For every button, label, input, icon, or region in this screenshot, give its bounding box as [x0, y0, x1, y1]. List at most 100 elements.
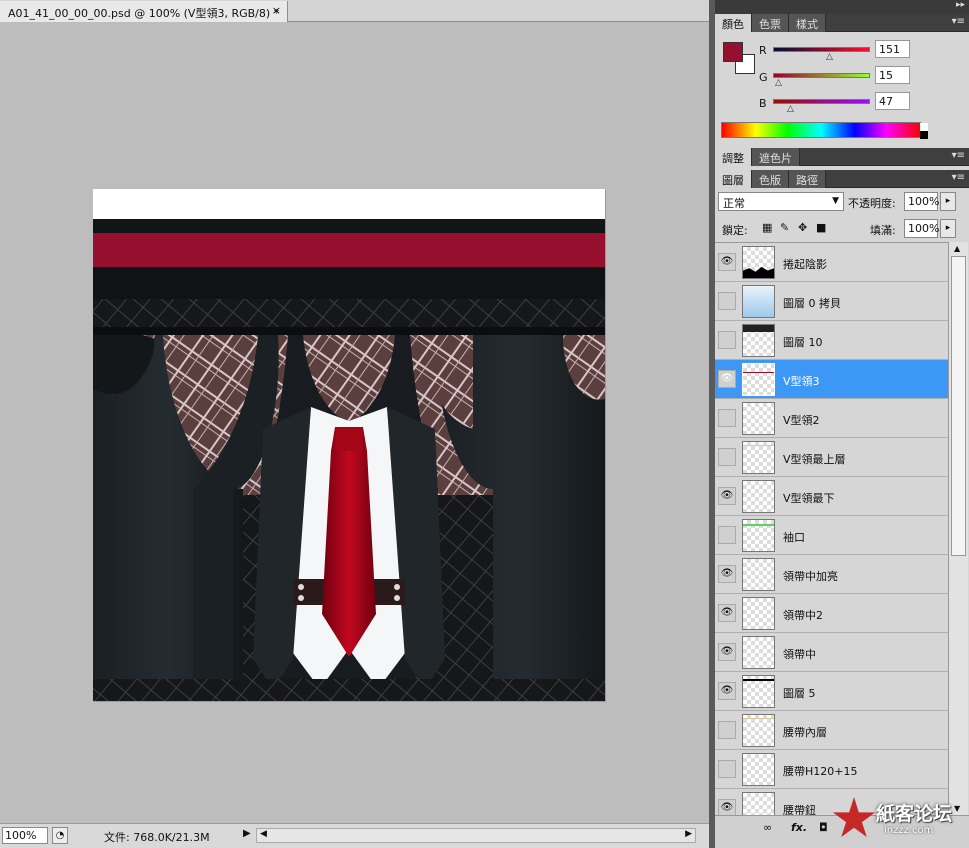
layer-row[interactable]: 袖口 [715, 516, 948, 555]
layer-thumbnail [742, 285, 775, 318]
channel-r-slider[interactable] [773, 47, 870, 52]
layer-thumbnail [742, 441, 775, 474]
document-tab-title: A01_41_00_00_00.psd @ 100% (V型領3, RGB/8)… [8, 7, 280, 20]
fill-slider-arrow-icon[interactable]: ▸ [940, 219, 956, 238]
visibility-eye-icon[interactable]: 👁 [718, 253, 736, 271]
channel-g-thumb[interactable]: △ [775, 78, 782, 88]
layer-thumbnail [742, 714, 775, 747]
visibility-eye-icon[interactable]: 👁 [718, 565, 736, 583]
texture-artboard[interactable] [93, 189, 605, 701]
layer-thumbnail [742, 792, 775, 815]
layer-thumbnail [742, 675, 775, 708]
visibility-eye-icon[interactable]: 👁 [718, 643, 736, 661]
tab-masks[interactable]: 遮色片 [752, 148, 800, 166]
channel-r-label: R [759, 44, 767, 57]
document-tab[interactable]: A01_41_00_00_00.psd @ 100% (V型領3, RGB/8)… [0, 1, 288, 22]
tab-color[interactable]: 顏色 [715, 14, 752, 32]
visibility-eye-icon[interactable] [718, 292, 736, 310]
channel-b-thumb[interactable]: △ [787, 104, 794, 114]
visibility-eye-icon[interactable] [718, 760, 736, 778]
visibility-eye-icon[interactable]: 👁 [718, 487, 736, 505]
visibility-eye-icon[interactable]: 👁 [718, 682, 736, 700]
layer-row[interactable]: 腰帶H120+15 [715, 750, 948, 789]
tab-swatches[interactable]: 色票 [752, 14, 789, 32]
tab-channels[interactable]: 色版 [752, 170, 789, 188]
channel-g-input[interactable]: 15 [875, 66, 910, 84]
visibility-eye-icon[interactable] [718, 409, 736, 427]
layer-row[interactable]: 👁 V型領3 [715, 360, 948, 399]
opacity-input[interactable]: 100% [904, 192, 939, 211]
channel-r-input[interactable]: 151 [875, 40, 910, 58]
channel-g-label: G [759, 71, 768, 84]
layer-row[interactable]: 👁 領帶中2 [715, 594, 948, 633]
layer-row[interactable]: 圖層 0 拷貝 [715, 282, 948, 321]
layer-style-icon[interactable]: fx. [791, 821, 807, 834]
channel-g-slider[interactable] [773, 73, 870, 78]
opacity-slider-arrow-icon[interactable]: ▸ [940, 192, 956, 211]
layer-name: 捲起陰影 [783, 258, 827, 271]
panel-menu-icon[interactable]: ▾≡ [952, 172, 965, 183]
scroll-right-icon[interactable]: ▶ [685, 829, 692, 839]
layer-name: V型領最下 [783, 492, 835, 505]
visibility-eye-icon[interactable] [718, 448, 736, 466]
visibility-eye-icon[interactable]: 👁 [718, 604, 736, 622]
layer-row[interactable]: 👁 領帶中加亮 [715, 555, 948, 594]
canvas-area[interactable] [0, 23, 709, 823]
layers-vertical-scrollbar[interactable]: ▲ ▼ [948, 242, 968, 815]
add-mask-icon[interactable]: ◘ [819, 821, 828, 834]
channel-b-input[interactable]: 47 [875, 92, 910, 110]
document-info: 文件: 768.0K/21.3M [104, 831, 210, 844]
visibility-eye-icon[interactable] [718, 526, 736, 544]
opacity-label: 不透明度: [848, 197, 896, 210]
layer-name: 圖層 10 [783, 336, 823, 349]
color-spectrum-bar[interactable] [721, 122, 928, 139]
lock-position-icon[interactable]: ✥ [798, 221, 807, 234]
layer-row[interactable]: 👁 領帶中 [715, 633, 948, 672]
panel-menu-icon[interactable]: ▾≡ [952, 150, 965, 161]
collapse-panels-icon[interactable]: ▸▸ [956, 0, 965, 10]
lock-transparency-icon[interactable]: ▦ [762, 221, 772, 234]
layer-name: 腰帶鈕 [783, 804, 816, 815]
layer-row[interactable]: 👁 V型領最下 [715, 477, 948, 516]
layer-thumbnail [742, 246, 775, 279]
panel-menu-icon[interactable]: ▾≡ [952, 16, 965, 27]
lock-all-icon[interactable]: ■ [816, 221, 826, 234]
lock-image-icon[interactable]: ✎ [780, 221, 789, 234]
visibility-eye-icon[interactable] [718, 331, 736, 349]
layer-name: V型領2 [783, 414, 820, 427]
star-logo-icon [832, 797, 876, 838]
layer-row[interactable]: 腰帶內層 [715, 711, 948, 750]
visibility-eye-icon[interactable]: 👁 [718, 799, 736, 815]
watermark-text: 紙客论坛 [876, 803, 953, 825]
layer-row[interactable]: 👁 圖層 5 [715, 672, 948, 711]
layer-row[interactable]: 👁 捲起陰影 [715, 243, 948, 282]
visibility-eye-icon[interactable] [718, 721, 736, 739]
layer-row[interactable]: V型領最上層 [715, 438, 948, 477]
layer-row[interactable]: V型領2 [715, 399, 948, 438]
status-info-icon[interactable]: ◔ [52, 827, 68, 844]
layer-row[interactable]: 圖層 10 [715, 321, 948, 360]
foreground-color-swatch[interactable] [723, 42, 743, 62]
status-menu-arrow-icon[interactable]: ▶ [243, 828, 251, 839]
channel-r-thumb[interactable]: △ [826, 52, 833, 62]
scroll-thumb[interactable] [951, 256, 966, 556]
chevron-down-icon: ▼ [832, 196, 839, 206]
link-layers-icon[interactable]: ∞ [763, 821, 772, 834]
close-icon[interactable]: × [272, 4, 281, 17]
blend-row: 正常 ▼ 不透明度: 100% ▸ [718, 192, 966, 212]
tab-adjustments[interactable]: 調整 [715, 148, 752, 166]
blend-mode-select[interactable]: 正常 ▼ [718, 192, 844, 211]
layer-name: 腰帶H120+15 [783, 765, 858, 778]
visibility-eye-icon[interactable]: 👁 [718, 370, 736, 388]
tab-layers[interactable]: 圖層 [715, 170, 752, 188]
horizontal-scrollbar[interactable]: ◀ ▶ [256, 828, 696, 843]
tab-paths[interactable]: 路徑 [789, 170, 826, 188]
scroll-left-icon[interactable]: ◀ [260, 829, 267, 839]
layers-panel: 圖層 色版 路徑 ▾≡ 正常 ▼ 不透明度: 100% ▸ 鎖定: ▦ ✎ ✥ ■ … [715, 170, 969, 848]
scroll-up-icon[interactable]: ▲ [954, 244, 960, 253]
tab-styles[interactable]: 樣式 [789, 14, 826, 32]
panel-dock-strip: ▸▸ [715, 0, 969, 14]
zoom-field[interactable]: 100% [2, 827, 48, 844]
layer-name: V型領最上層 [783, 453, 846, 466]
fill-input[interactable]: 100% [904, 219, 939, 238]
